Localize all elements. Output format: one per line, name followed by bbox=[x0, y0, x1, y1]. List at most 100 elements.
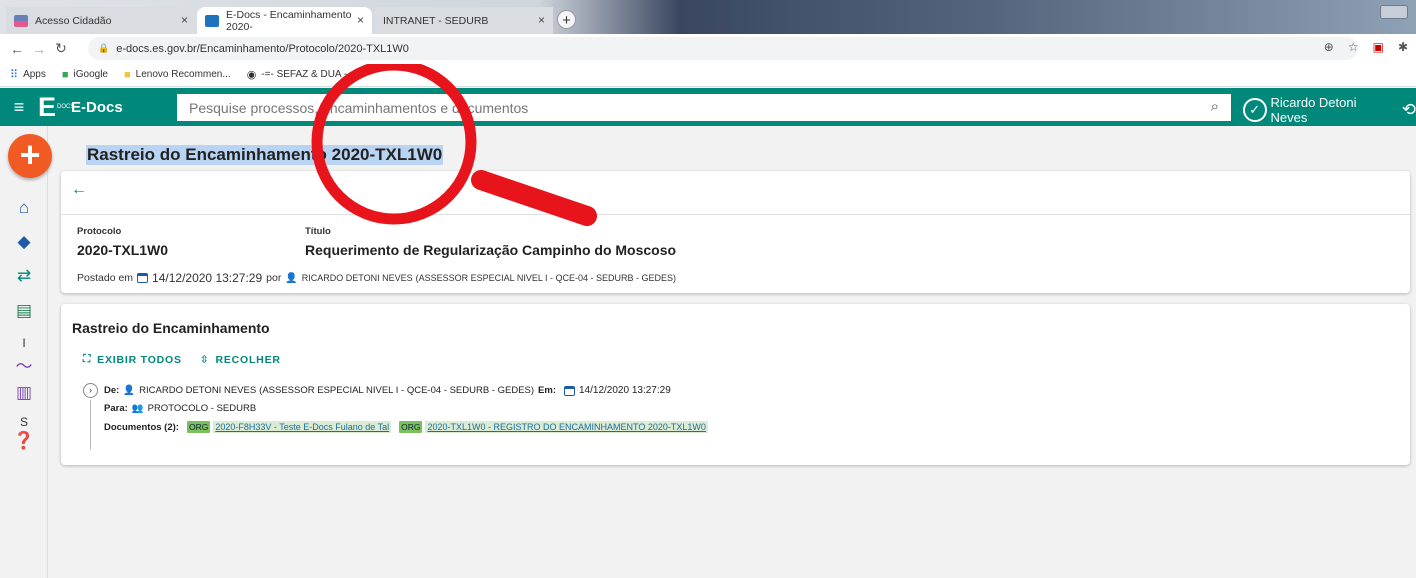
bookmark-label: -=- SEFAZ & DUA -... bbox=[261, 69, 356, 80]
sidebar-label: I bbox=[22, 336, 26, 350]
zoom-icon[interactable]: ⊕ bbox=[1324, 40, 1334, 54]
address-bar: ← → ↻ 🔒 e-docs.es.gov.br/Encaminhamento/… bbox=[0, 34, 1416, 63]
from-user: RICARDO DETONI NEVES bbox=[139, 385, 257, 396]
collapse-icon: ⇳ bbox=[199, 353, 210, 366]
bookmark-label: iGoogle bbox=[73, 69, 108, 80]
reload-icon[interactable]: ↻ bbox=[50, 40, 72, 57]
trend-icon[interactable]: 〜 bbox=[0, 352, 48, 377]
protocol-card: ← Protocolo 2020-TXL1W0 Título Requerime… bbox=[61, 171, 1410, 293]
edocs-logo-sub: DOCS bbox=[57, 104, 75, 110]
back-arrow-icon[interactable]: ← bbox=[71, 181, 87, 199]
user-name: Ricardo Detoni Neves bbox=[1270, 95, 1357, 125]
bookmark-igoogle[interactable]: ■ iGoogle bbox=[62, 69, 108, 81]
tracking-card: Rastreio do Encaminhamento ⛶ EXIBIR TODO… bbox=[61, 304, 1410, 465]
posted-info: Postado em 14/12/2020 13:27:29 por 👤 RIC… bbox=[77, 271, 676, 285]
edocs-logo[interactable]: E bbox=[38, 92, 56, 122]
apps-grid-icon: ⠿ bbox=[10, 69, 19, 81]
close-icon[interactable]: × bbox=[357, 13, 364, 27]
tracking-actions: ⛶ EXIBIR TODOS ⇳ RECOLHER bbox=[83, 353, 281, 366]
search-placeholder: Pesquise processos, encaminhamentos e do… bbox=[189, 99, 529, 116]
star-icon[interactable]: ☆ bbox=[1348, 40, 1359, 54]
browser-tab-active[interactable]: E-Docs - Encaminhamento 2020- × bbox=[197, 7, 372, 34]
bookmark-apps[interactable]: ⠿ Apps bbox=[10, 68, 46, 81]
divider bbox=[61, 214, 1410, 215]
collapse-button[interactable]: ⇳ RECOLHER bbox=[200, 353, 281, 366]
at-date: 14/12/2020 13:27:29 bbox=[579, 385, 671, 396]
url-text: e-docs.es.gov.br/Encaminhamento/Protocol… bbox=[116, 42, 409, 55]
tracking-title: Rastreio do Encaminhamento bbox=[72, 320, 270, 336]
bookmark-icon[interactable]: ◆ bbox=[0, 232, 48, 252]
bookmark-label: Apps bbox=[23, 69, 46, 80]
extension-icon[interactable]: ✱ bbox=[1398, 40, 1408, 54]
expand-row-button[interactable]: › bbox=[83, 383, 98, 398]
bookmark-label: Lenovo Recommen... bbox=[135, 69, 231, 80]
help-icon[interactable]: ❓ bbox=[0, 431, 48, 451]
document-icon[interactable]: ▤ bbox=[0, 301, 48, 321]
titulo-value: Requerimento de Regularização Campinho d… bbox=[305, 242, 677, 258]
document-link[interactable]: 2020-TXL1W0 - REGISTRO DO ENCAMINHAMENTO… bbox=[425, 421, 708, 433]
at-label: Em: bbox=[538, 385, 556, 396]
history-icon[interactable]: ⟲ bbox=[1402, 100, 1416, 120]
bookmarks-bar: ⠿ Apps ■ iGoogle ■ Lenovo Recommen... ◉ … bbox=[0, 63, 1416, 87]
collapse-label: RECOLHER bbox=[215, 353, 281, 366]
posted-by: por bbox=[266, 272, 282, 284]
browser-tab[interactable]: Acesso Cidadão × bbox=[6, 7, 196, 34]
titulo-label: Título bbox=[305, 226, 331, 237]
bookmark-sefaz[interactable]: ◉ -=- SEFAZ & DUA -... bbox=[247, 68, 356, 81]
posted-prefix: Postado em bbox=[77, 272, 134, 284]
to-label: Para: bbox=[104, 403, 128, 414]
app-header: ≡ E DOCS E-Docs Pesquise processos, enca… bbox=[0, 88, 1416, 126]
tab-label: Acesso Cidadão bbox=[35, 14, 112, 27]
tracking-to-row: Para: 👥 PROTOCOLO - SEDURB bbox=[104, 403, 256, 414]
posted-user: RICARDO DETONI NEVES bbox=[301, 273, 413, 283]
browser-tab-strip: Acesso Cidadão × E-Docs - Encaminhamento… bbox=[0, 0, 1416, 34]
pdf-icon[interactable]: ▣ bbox=[1373, 40, 1384, 54]
tab-label: INTRANET - SEDURB bbox=[383, 14, 489, 27]
minimize-window-button[interactable] bbox=[1380, 5, 1408, 19]
show-all-button[interactable]: ⛶ EXIBIR TODOS bbox=[83, 353, 182, 366]
protocolo-value: 2020-TXL1W0 bbox=[77, 242, 169, 258]
tree-line bbox=[90, 400, 91, 450]
browser-tab[interactable]: INTRANET - SEDURB × bbox=[375, 7, 553, 34]
user-icon: 👤 bbox=[285, 272, 298, 284]
tab-label: E-Docs - Encaminhamento 2020- bbox=[226, 8, 352, 33]
page-title: Rastreio do Encaminhamento 2020-TXL1W0 bbox=[86, 145, 444, 165]
show-all-label: EXIBIR TODOS bbox=[97, 353, 182, 366]
bookmark-lenovo[interactable]: ■ Lenovo Recommen... bbox=[124, 69, 231, 81]
calendar-icon bbox=[137, 273, 149, 283]
group-icon: 👥 bbox=[131, 403, 144, 414]
tracking-from-row: De: 👤 RICARDO DETONI NEVES (ASSESSOR ESP… bbox=[104, 385, 671, 396]
url-input[interactable]: 🔒 e-docs.es.gov.br/Encaminhamento/Protoc… bbox=[88, 37, 1358, 60]
lock-icon: 🔒 bbox=[98, 43, 110, 53]
folder-icon: ■ bbox=[123, 68, 131, 81]
search-icon[interactable]: ⌕ bbox=[1211, 98, 1219, 115]
docs-label: Documentos (2): bbox=[104, 421, 179, 433]
from-role: (ASSESSOR ESPECIAL NIVEL I - QCE-04 - SE… bbox=[259, 385, 535, 396]
edocs-favicon-icon bbox=[205, 14, 219, 27]
brand-name[interactable]: E-Docs bbox=[71, 99, 123, 116]
hamburger-menu-icon[interactable]: ≡ bbox=[4, 97, 34, 118]
sidebar-label: S bbox=[19, 415, 28, 429]
bar-chart-icon[interactable]: ▥ bbox=[0, 383, 48, 403]
user-menu[interactable]: ✓ Ricardo Detoni Neves ⟲ bbox=[1243, 95, 1416, 125]
user-icon: 👤 bbox=[123, 385, 136, 396]
new-tab-button[interactable]: + bbox=[557, 10, 576, 29]
close-icon[interactable]: × bbox=[181, 13, 188, 27]
doc-tag: ORG bbox=[399, 421, 423, 433]
document-link[interactable]: 2020-F8H33V - Teste E-Docs Fulano de Tal bbox=[213, 421, 392, 433]
protocolo-label: Protocolo bbox=[77, 226, 122, 237]
search-input[interactable]: Pesquise processos, encaminhamentos e do… bbox=[177, 94, 1231, 121]
close-icon[interactable]: × bbox=[538, 13, 545, 27]
back-icon[interactable]: ← bbox=[6, 41, 28, 57]
posted-role: (ASSESSOR ESPECIAL NIVEL I - QCE-04 - SE… bbox=[415, 273, 677, 283]
from-label: De: bbox=[104, 385, 120, 396]
forward-icon[interactable]: → bbox=[28, 41, 50, 57]
acesso-cidadao-favicon-icon bbox=[14, 14, 28, 27]
add-button[interactable]: + bbox=[8, 134, 52, 178]
globe-icon: ◉ bbox=[246, 69, 257, 81]
transfer-icon[interactable]: ⇄ bbox=[0, 266, 48, 286]
doc-tag: ORG bbox=[186, 421, 211, 433]
verified-check-icon: ✓ bbox=[1243, 98, 1267, 122]
tracking-docs-row: Documentos (2): ORG 2020-F8H33V - Teste … bbox=[104, 421, 708, 433]
home-icon[interactable]: ⌂ bbox=[0, 198, 48, 218]
